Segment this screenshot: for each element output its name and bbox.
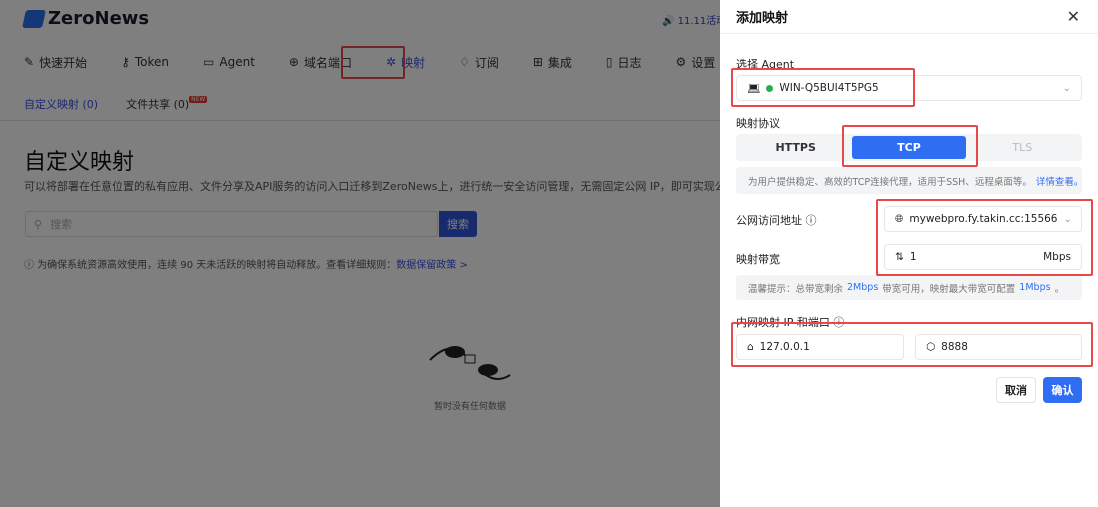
modal-overlay[interactable] — [0, 0, 720, 507]
cancel-button[interactable]: 取消 — [996, 377, 1036, 403]
protocol-tls[interactable]: TLS — [966, 136, 1079, 159]
chevron-down-icon: ⌄ — [1062, 82, 1071, 94]
highlight-box — [731, 322, 1093, 367]
info-icon[interactable]: ⓘ — [806, 214, 817, 227]
details-link[interactable]: 详情查看。 — [1036, 174, 1084, 188]
highlight-box — [876, 199, 1093, 276]
protocol-label: 映射协议 — [736, 117, 780, 130]
bandwidth-label: 映射带宽 — [736, 253, 780, 266]
bandwidth-tip: 温馨提示：总带宽剩余 2Mbps 带宽可用，映射最大带宽可配置 1Mbps。 — [736, 275, 1082, 300]
highlight-box — [842, 125, 978, 167]
remaining-bandwidth: 2Mbps — [847, 282, 879, 293]
tip-text: 带宽可用，映射最大带宽可配置 — [882, 283, 1016, 295]
public-address-label: 公网访问地址 ⓘ — [736, 212, 817, 228]
protocol-https[interactable]: HTTPS — [739, 136, 852, 159]
protocol-info: 为用户提供稳定、高效的TCP连接代理，适用于SSH、远程桌面等。 详情查看。 — [736, 167, 1084, 194]
tip-text: 温馨提示：总带宽剩余 — [748, 283, 844, 295]
max-bandwidth: 1Mbps — [1019, 282, 1051, 293]
drawer-title: 添加映射 — [736, 11, 789, 26]
add-mapping-drawer: 添加映射 ✕ 选择 Agent 💻︎ WIN-Q5BUI4T5PG5 ⌄ 映射协议 H… — [720, 0, 1098, 507]
close-icon[interactable]: ✕ — [1067, 7, 1080, 26]
tip-text: 。 — [1054, 283, 1065, 295]
info-text: 为用户提供稳定、高效的TCP连接代理，适用于SSH、远程桌面等。 — [748, 176, 1032, 188]
highlight-box — [731, 68, 915, 107]
label-text: 公网访问地址 — [736, 214, 802, 227]
confirm-button[interactable]: 确认 — [1043, 377, 1082, 403]
